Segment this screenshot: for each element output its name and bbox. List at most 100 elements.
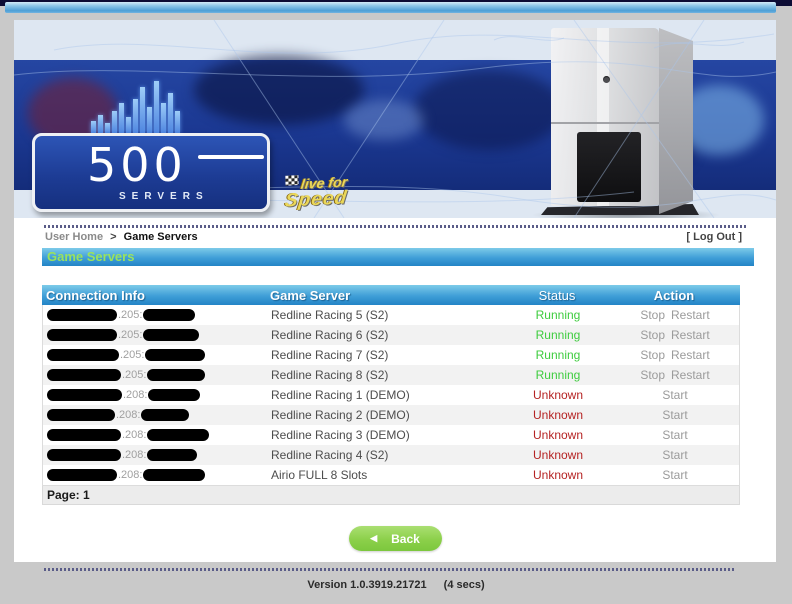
tower-divider-line (551, 122, 659, 124)
live-for-speed-logo: live for Speed (284, 174, 351, 212)
top-blue-gradient-bar (5, 2, 776, 13)
server-status: Running (535, 368, 581, 382)
table-row: .205: Redline Racing 6 (S2) Running Stop… (43, 325, 739, 345)
server-action-cell: Start (613, 408, 737, 422)
action-restart-link[interactable]: Restart (671, 308, 710, 322)
table-row: .208: Redline Racing 1 (DEMO) Unknown St… (43, 385, 739, 405)
game-server-name: Redline Racing 3 (DEMO) (271, 428, 410, 442)
table-row: .208: Redline Racing 3 (DEMO) Unknown St… (43, 425, 739, 445)
table-row: .208: Airio FULL 8 Slots Unknown Start (43, 465, 739, 485)
server-action-cell: Stop Restart (613, 308, 737, 322)
header-status: Status (538, 287, 576, 303)
redacted-ip-blob (47, 349, 119, 361)
header-connection-info: Connection Info (46, 287, 145, 303)
action-stop-link[interactable]: Stop (640, 348, 665, 362)
action-start-link[interactable]: Start (662, 408, 687, 422)
back-button-label: Back (391, 531, 420, 546)
redacted-ip-blob (47, 449, 121, 461)
dotted-separator-bottom (44, 568, 736, 571)
redacted-ip-blob (47, 469, 117, 481)
connection-info-cell: .205: (43, 369, 271, 381)
action-start-link[interactable]: Start (662, 448, 687, 462)
game-server-name: Redline Racing 6 (S2) (271, 328, 389, 342)
back-button-area: ◀ Back (14, 526, 776, 551)
redacted-ip-blob (47, 389, 122, 401)
redacted-port-blob (143, 469, 206, 481)
car-image-blur (194, 55, 364, 125)
table-body: .205: Redline Racing 5 (S2) Running Stop… (42, 305, 740, 486)
table-row: .205: Redline Racing 7 (S2) Running Stop… (43, 345, 739, 365)
action-stop-link[interactable]: Stop (640, 328, 665, 342)
game-server-name: Redline Racing 1 (DEMO) (271, 388, 410, 402)
table-row: .208: Redline Racing 4 (S2) Unknown Star… (43, 445, 739, 465)
header-game-server: Game Server (270, 287, 351, 303)
server-status: Running (535, 308, 581, 322)
breadcrumb-path: User Home > Game Servers (45, 231, 198, 243)
game-server-name: Airio FULL 8 Slots (271, 468, 368, 482)
checkered-flag-icon (285, 175, 299, 186)
logo-servers-text: SERVERS (119, 191, 209, 202)
breadcrumb-current-page: Game Servers (123, 231, 198, 243)
page-indicator: Page: 1 (47, 488, 90, 502)
server-tower-image (531, 28, 721, 218)
server-status: Unknown (532, 388, 584, 402)
server-action-cell: Stop Restart (613, 328, 737, 342)
back-button[interactable]: ◀ Back (348, 526, 442, 551)
action-start-link[interactable]: Start (662, 428, 687, 442)
connection-visible-text: .208: (116, 409, 141, 421)
tower-power-button (603, 76, 610, 83)
server-status: Running (535, 328, 581, 342)
connection-info-cell: .208: (43, 429, 271, 441)
action-restart-link[interactable]: Restart (671, 368, 710, 382)
game-servers-table: Connection Info Game Server Status Actio… (42, 285, 740, 505)
logout-link[interactable]: [ Log Out ] (686, 231, 742, 243)
redacted-ip-blob (47, 329, 117, 341)
connection-visible-text: .208: (122, 429, 147, 441)
connection-info-cell: .208: (43, 389, 271, 401)
pagination-row: Page: 1 (42, 486, 740, 505)
action-stop-link[interactable]: Stop (640, 308, 665, 322)
connection-visible-text: .205: (118, 309, 143, 321)
version-footer: Version 1.0.3919.21721 (4 secs) (0, 579, 792, 591)
table-row: .205: Redline Racing 8 (S2) Running Stop… (43, 365, 739, 385)
breadcrumb-user-home-link[interactable]: User Home (45, 231, 103, 243)
table-row: .208: Redline Racing 2 (DEMO) Unknown St… (43, 405, 739, 425)
redacted-port-blob (143, 309, 196, 321)
redacted-port-blob (141, 409, 190, 421)
game-server-name: Redline Racing 2 (DEMO) (271, 408, 410, 422)
car-image-blur (344, 100, 424, 140)
server-action-cell: Start (613, 448, 737, 462)
connection-visible-text: .208: (118, 469, 143, 481)
connection-info-cell: .208: (43, 449, 271, 461)
site-banner: 500 SERVERS live for Speed (14, 20, 776, 218)
redacted-port-blob (145, 349, 206, 361)
action-stop-link[interactable]: Stop (640, 368, 665, 382)
action-start-link[interactable]: Start (662, 468, 687, 482)
logo-horizontal-line (198, 155, 264, 159)
connection-visible-text: .208: (122, 449, 147, 461)
equalizer-bars-graphic (91, 81, 191, 133)
server-status: Unknown (532, 408, 584, 422)
server-status: Unknown (532, 448, 584, 462)
redacted-ip-blob (47, 369, 121, 381)
table-header-row: Connection Info Game Server Status Actio… (42, 285, 740, 305)
server-status: Running (535, 348, 581, 362)
tower-side-face (659, 28, 693, 214)
redacted-port-blob (143, 329, 200, 341)
server-action-cell: Start (613, 428, 737, 442)
redacted-ip-blob (47, 309, 117, 321)
page-title: Game Servers (47, 249, 135, 264)
action-restart-link[interactable]: Restart (671, 328, 710, 342)
content-panel: User Home > Game Servers [ Log Out ] Gam… (14, 218, 776, 562)
connection-info-cell: .205: (43, 309, 271, 321)
connection-info-cell: .205: (43, 349, 271, 361)
redacted-port-blob (147, 429, 210, 441)
server-action-cell: Start (613, 388, 737, 402)
table-row: .205: Redline Racing 5 (S2) Running Stop… (43, 305, 739, 325)
redacted-port-blob (148, 389, 201, 401)
connection-info-cell: .208: (43, 469, 271, 481)
action-restart-link[interactable]: Restart (671, 348, 710, 362)
connection-visible-text: .205: (118, 329, 143, 341)
game-server-name: Redline Racing 4 (S2) (271, 448, 389, 462)
action-start-link[interactable]: Start (662, 388, 687, 402)
